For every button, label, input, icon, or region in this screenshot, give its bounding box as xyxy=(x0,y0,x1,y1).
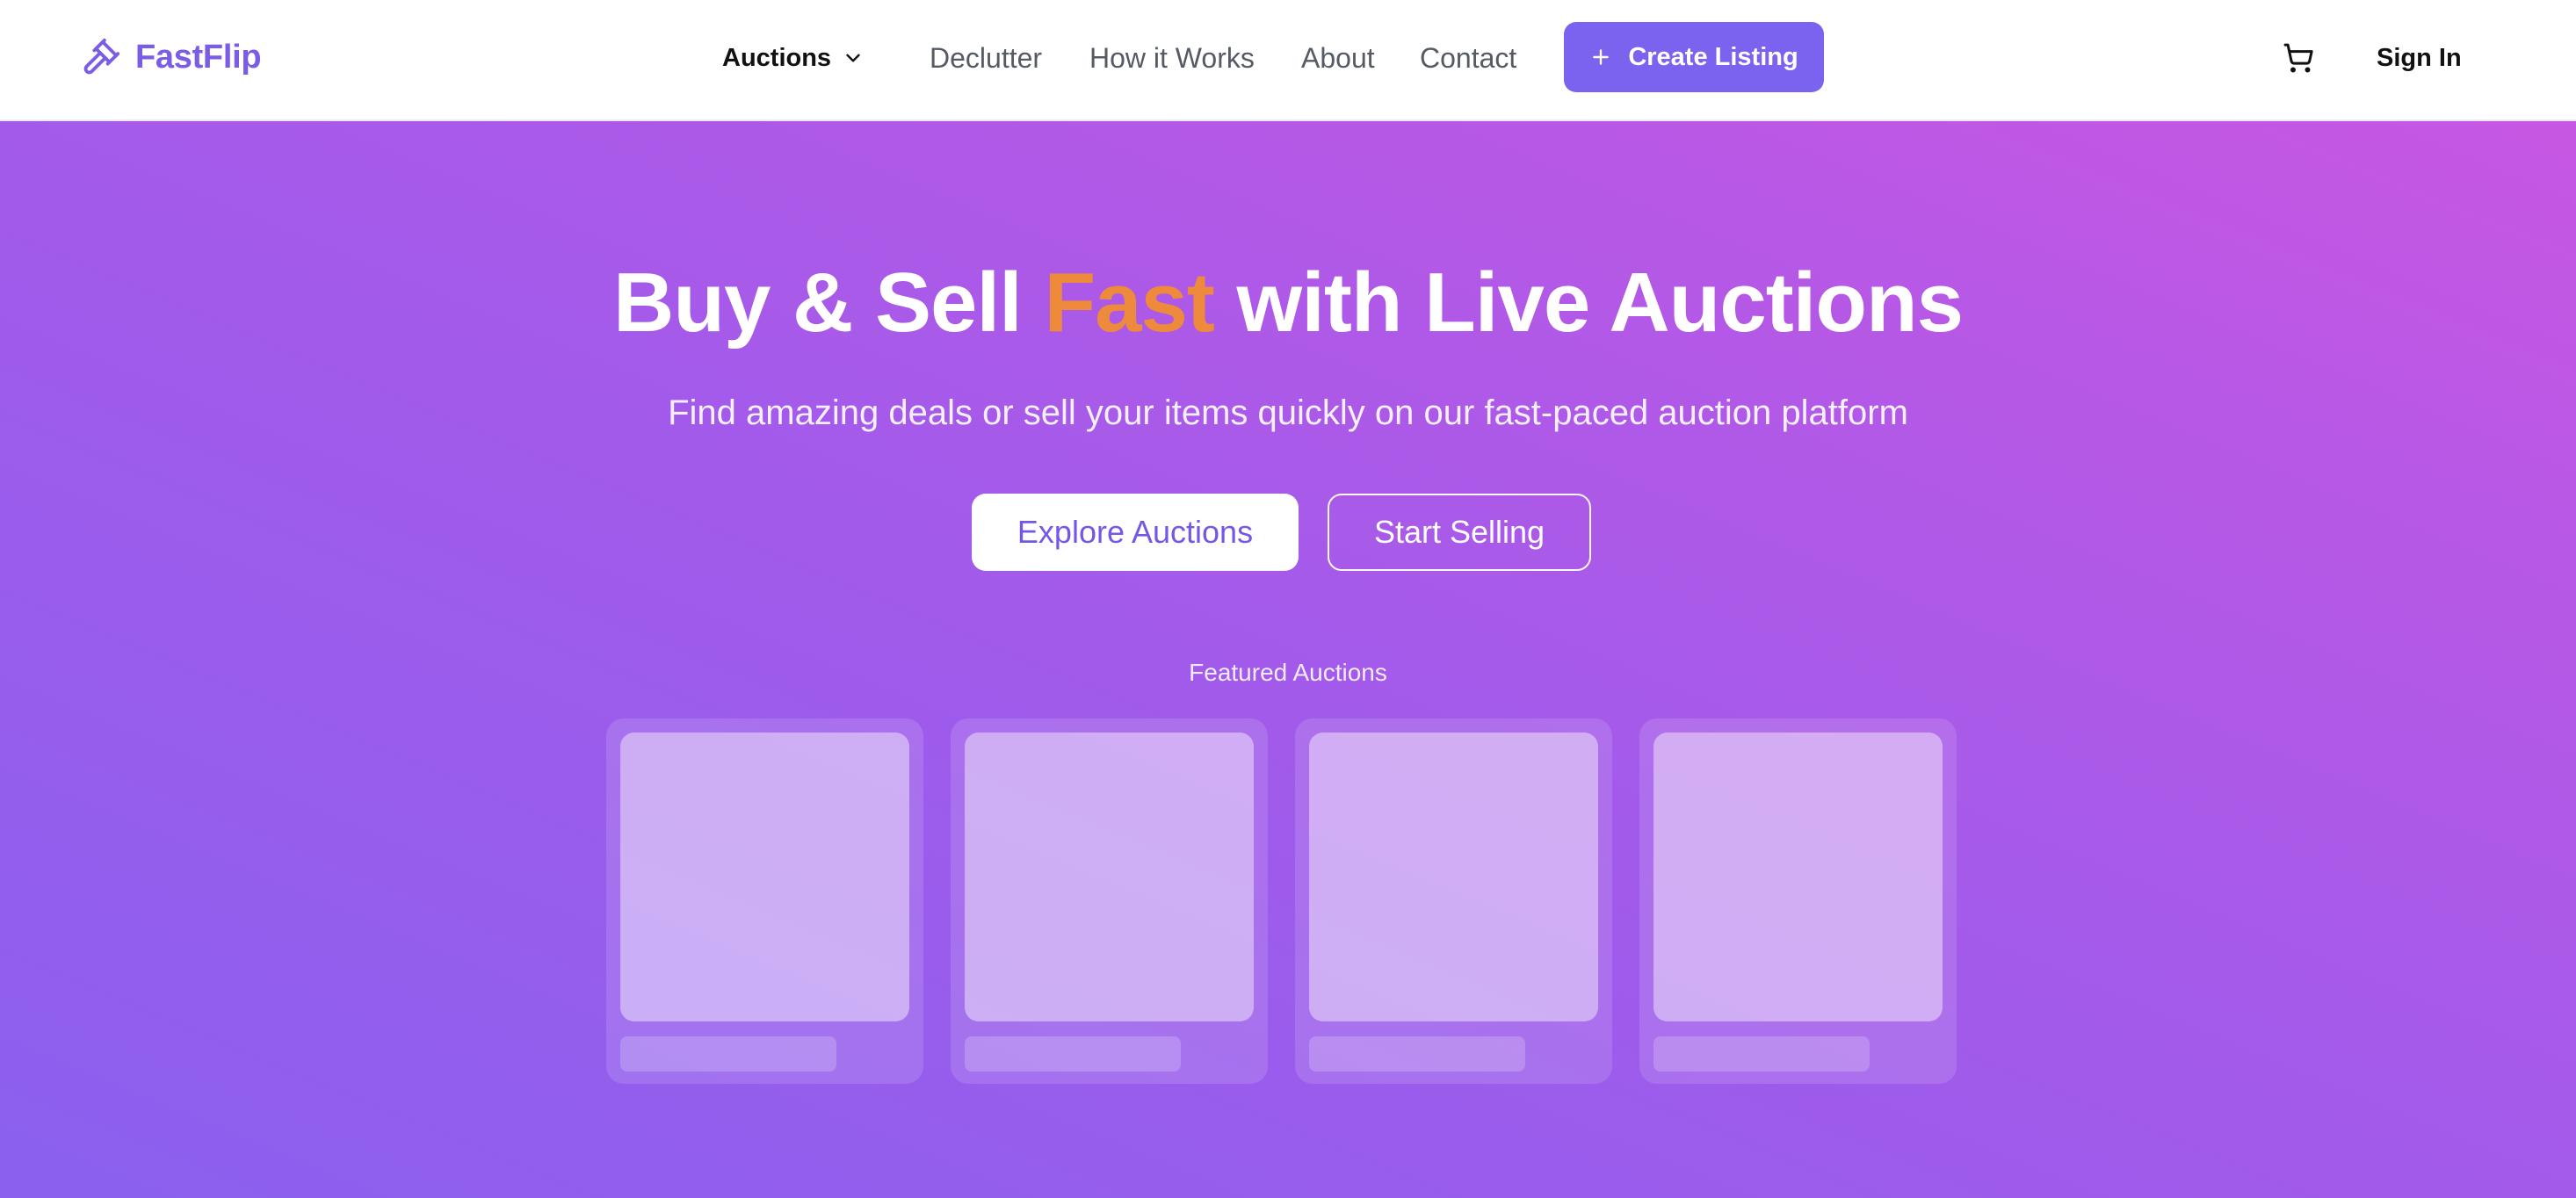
card-image-placeholder xyxy=(1309,733,1598,1021)
top-navbar: FastFlip Auctions Declutter How it Works… xyxy=(0,0,2576,121)
card-title-placeholder xyxy=(965,1036,1181,1072)
hero-subtitle: Find amazing deals or sell your items qu… xyxy=(668,393,1908,432)
featured-card-skeleton xyxy=(1639,718,1957,1084)
card-title-placeholder xyxy=(620,1036,836,1072)
featured-card-skeleton xyxy=(606,718,923,1084)
featured-card-skeleton xyxy=(951,718,1268,1084)
nav-link-how-it-works[interactable]: How it Works xyxy=(1089,39,1255,77)
headline-part-1: Buy & Sell xyxy=(612,256,1045,350)
start-selling-button[interactable]: Start Selling xyxy=(1328,494,1591,571)
nav-link-declutter[interactable]: Declutter xyxy=(930,39,1042,77)
hero-headline: Buy & Sell Fast with Live Auctions xyxy=(0,255,2576,351)
cart-icon[interactable] xyxy=(2283,42,2314,74)
card-title-placeholder xyxy=(1309,1036,1525,1072)
plus-icon xyxy=(1593,49,1610,65)
create-listing-label: Create Listing xyxy=(1628,42,1798,71)
hero-section: Buy & Sell Fast with Live Auctions Find … xyxy=(0,121,2576,1198)
brand-logo[interactable]: FastFlip xyxy=(81,35,262,79)
create-listing-button[interactable]: Create Listing xyxy=(1564,22,1824,92)
featured-auctions-label: Featured Auctions xyxy=(1189,659,1387,686)
chevron-down-icon xyxy=(846,54,860,62)
headline-accent: Fast xyxy=(1044,256,1214,350)
card-image-placeholder xyxy=(965,733,1254,1021)
sign-in-link[interactable]: Sign In xyxy=(2377,39,2462,77)
headline-part-2: with Live Auctions xyxy=(1213,256,1965,350)
card-image-placeholder xyxy=(1653,733,1943,1021)
brand-name: FastFlip xyxy=(135,38,262,76)
gavel-icon xyxy=(83,38,120,75)
nav-link-about[interactable]: About xyxy=(1301,39,1375,77)
auctions-dropdown-label: Auctions xyxy=(722,43,832,72)
explore-auctions-button[interactable]: Explore Auctions xyxy=(972,494,1299,571)
card-image-placeholder xyxy=(620,733,909,1021)
nav-link-contact[interactable]: Contact xyxy=(1420,39,1516,77)
featured-card-skeleton xyxy=(1295,718,1612,1084)
auctions-dropdown[interactable]: Auctions xyxy=(722,39,865,77)
card-title-placeholder xyxy=(1653,1036,1870,1072)
